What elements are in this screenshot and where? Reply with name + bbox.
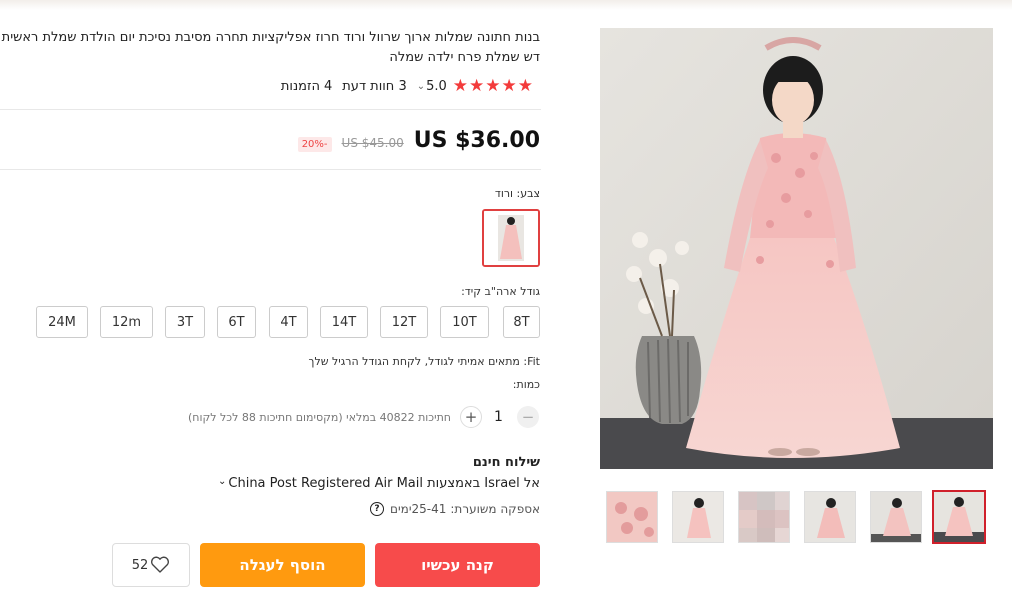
thumbnail-detail-lace[interactable]	[606, 491, 658, 543]
top-shadow	[0, 0, 1012, 10]
chevron-down-icon: ⌄	[218, 476, 227, 487]
orders-label: הזמנות	[280, 78, 320, 94]
wishlist-count: 52	[131, 557, 149, 573]
delivery-estimate-label: אספקה משוערת:	[450, 502, 540, 516]
color-option-pink[interactable]	[482, 209, 540, 267]
quantity-minus-button[interactable]: −	[517, 406, 539, 428]
thumbnail-side-view[interactable]	[804, 491, 856, 543]
star-rating-icon: ★★★★★	[452, 76, 534, 96]
help-icon[interactable]: ?	[370, 502, 385, 516]
shipping-route[interactable]: אל Israel באמצעות China Post Registered …	[218, 476, 540, 491]
thumbnail-pose-view[interactable]	[870, 491, 922, 543]
discount-badge: -20%	[297, 137, 332, 152]
size-option-10t[interactable]: 10T	[440, 306, 489, 338]
dress-photo	[600, 28, 993, 469]
delivery-estimate-value: 25-41ימים	[390, 502, 447, 516]
thumbnail-main-selected[interactable]	[932, 490, 986, 544]
product-title: בנות חתונה שמלות ארוך שרוול ורוד חרוז אפ…	[0, 28, 540, 68]
product-title-line1: בנות חתונה שמלות ארוך שרוול ורוד חרוז אפ…	[0, 30, 540, 45]
size-label: גודל ארה"ב קיד:	[461, 285, 540, 298]
size-option-8t[interactable]: 8T	[503, 306, 540, 338]
size-option-24m[interactable]: 24M	[36, 306, 88, 338]
product-title-line2: דש שמלת פרח ילדה שמלה	[389, 50, 540, 65]
size-option-14t[interactable]: 14T	[320, 306, 368, 338]
quantity-plus-button[interactable]: +	[460, 406, 482, 428]
reviews-link[interactable]: 3 חוות דעת	[342, 79, 406, 94]
size-option-6t[interactable]: 6T	[217, 306, 256, 338]
original-price: US $45.00	[341, 136, 404, 150]
product-main-image[interactable]	[600, 28, 993, 469]
size-option-3t[interactable]: 3T	[165, 306, 205, 338]
rating-row: ★★★★★ 5.0 ⌄ 3 חוות דעת 4 הזמנות	[281, 76, 534, 96]
buy-now-button[interactable]: קנה עכשיו	[375, 543, 540, 587]
thumbnail-blurred[interactable]	[738, 491, 790, 543]
heart-icon	[150, 556, 170, 574]
quantity-label: כמות:	[512, 378, 540, 391]
delivery-estimate: אספקה משוערת: 25-41ימים ?	[370, 502, 540, 516]
thumbnail-front-view[interactable]	[672, 491, 724, 543]
stock-availability: חתיכות 40822 במלאי (מקסימום חתיכות 88 לכ…	[187, 411, 451, 424]
shipping-route-text: אל Israel באמצעות China Post Registered …	[228, 476, 540, 491]
price-block: US $36.00 US $45.00 -20%	[297, 128, 540, 153]
shipping-title: שילוח חינם	[472, 455, 540, 470]
chevron-down-icon[interactable]: ⌄	[417, 81, 425, 92]
add-to-cart-button[interactable]: הוסף לעגלה	[200, 543, 365, 587]
rating-value[interactable]: 5.0	[426, 79, 447, 94]
divider	[0, 109, 541, 110]
orders-count: 4	[323, 78, 333, 94]
current-price: US $36.00	[413, 128, 540, 153]
size-option-4t[interactable]: 4T	[269, 306, 308, 338]
fit-note: Fit: מתאים אמיתי לגודל, לקחת הגודל הרגיל…	[308, 355, 540, 368]
color-label: צבע: ורוד	[494, 187, 540, 200]
quantity-value[interactable]: 1	[494, 409, 503, 425]
size-option-12t[interactable]: 12T	[380, 306, 428, 338]
size-option-12m[interactable]: 12m	[100, 306, 153, 338]
wishlist-button[interactable]: 52	[112, 543, 190, 587]
divider	[0, 169, 541, 170]
